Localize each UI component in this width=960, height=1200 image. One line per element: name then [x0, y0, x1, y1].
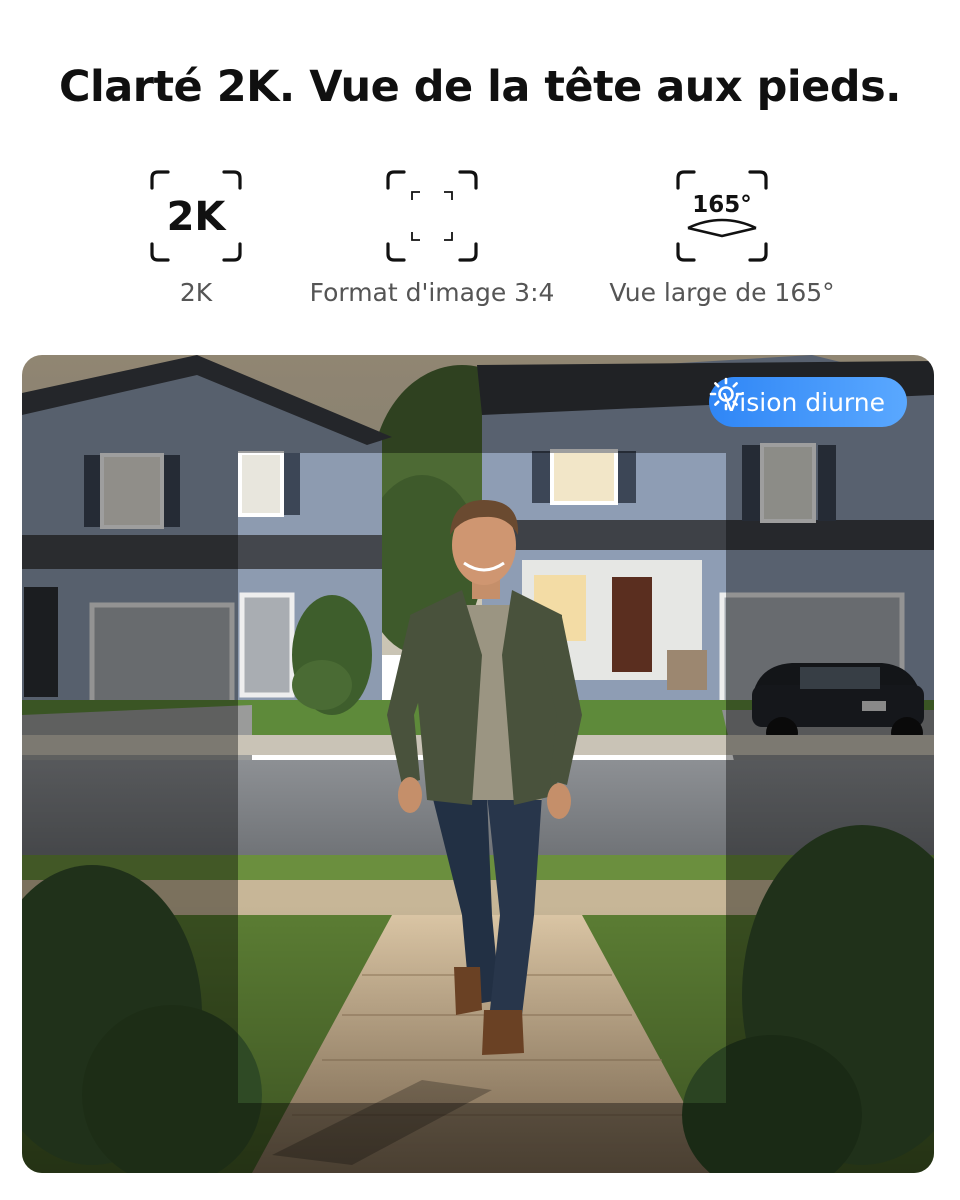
street-scene-illustration	[22, 355, 934, 1173]
svg-text:2K: 2K	[167, 194, 228, 240]
aspect-ratio-icon	[386, 170, 478, 262]
feature-aspect-ratio-label: Format d'image 3:4	[309, 278, 555, 307]
headline: Clarté 2K. Vue de la tête aux pieds.	[58, 62, 902, 112]
camera-view-image: Vision diurne	[22, 355, 934, 1173]
svg-text:165°: 165°	[692, 192, 752, 218]
feature-wide-angle: 165° Vue large de 165°	[572, 168, 872, 307]
feature-wide-angle-label: Vue large de 165°	[609, 278, 835, 307]
feature-aspect-ratio: Format d'image 3:4	[282, 168, 582, 307]
wide-angle-icon: 165°	[676, 170, 768, 262]
2k-resolution-icon: 2K	[150, 170, 242, 262]
day-vision-badge: Vision diurne	[708, 377, 907, 427]
sun-icon	[709, 377, 743, 411]
day-vision-label: Vision diurne	[722, 387, 885, 417]
